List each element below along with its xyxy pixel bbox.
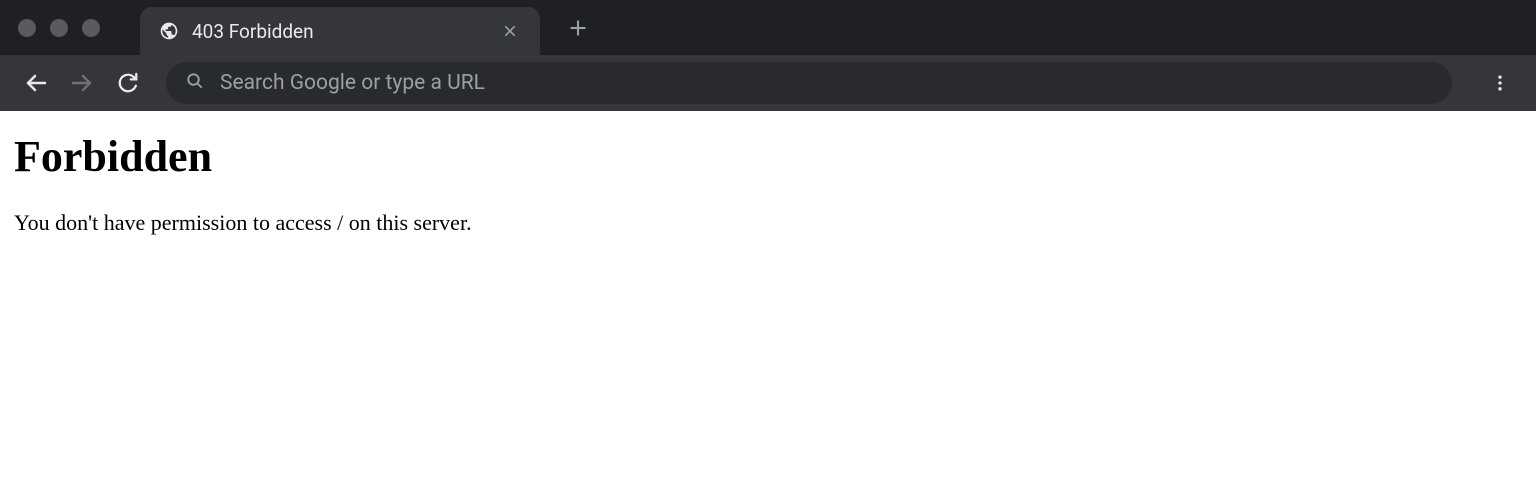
new-tab-button[interactable] xyxy=(560,10,596,46)
tab-title: 403 Forbidden xyxy=(192,20,486,43)
error-heading: Forbidden xyxy=(14,131,1522,182)
close-tab-button[interactable] xyxy=(498,19,522,43)
url-input[interactable] xyxy=(220,71,1432,95)
globe-icon xyxy=(158,20,180,42)
search-icon xyxy=(186,72,204,94)
toolbar xyxy=(0,55,1536,111)
window-maximize-button[interactable] xyxy=(82,19,100,37)
back-button[interactable] xyxy=(18,65,54,101)
browser-chrome: 403 Forbidden xyxy=(0,0,1536,111)
browser-menu-button[interactable] xyxy=(1482,65,1518,101)
window-minimize-button[interactable] xyxy=(50,19,68,37)
page-content: Forbidden You don't have permission to a… xyxy=(0,111,1536,256)
error-message: You don't have permission to access / on… xyxy=(14,210,1522,236)
address-bar[interactable] xyxy=(166,62,1452,104)
titlebar: 403 Forbidden xyxy=(0,0,1536,55)
window-controls xyxy=(18,19,100,37)
window-close-button[interactable] xyxy=(18,19,36,37)
reload-button[interactable] xyxy=(110,65,146,101)
forward-button[interactable] xyxy=(64,65,100,101)
browser-tab[interactable]: 403 Forbidden xyxy=(140,7,540,55)
